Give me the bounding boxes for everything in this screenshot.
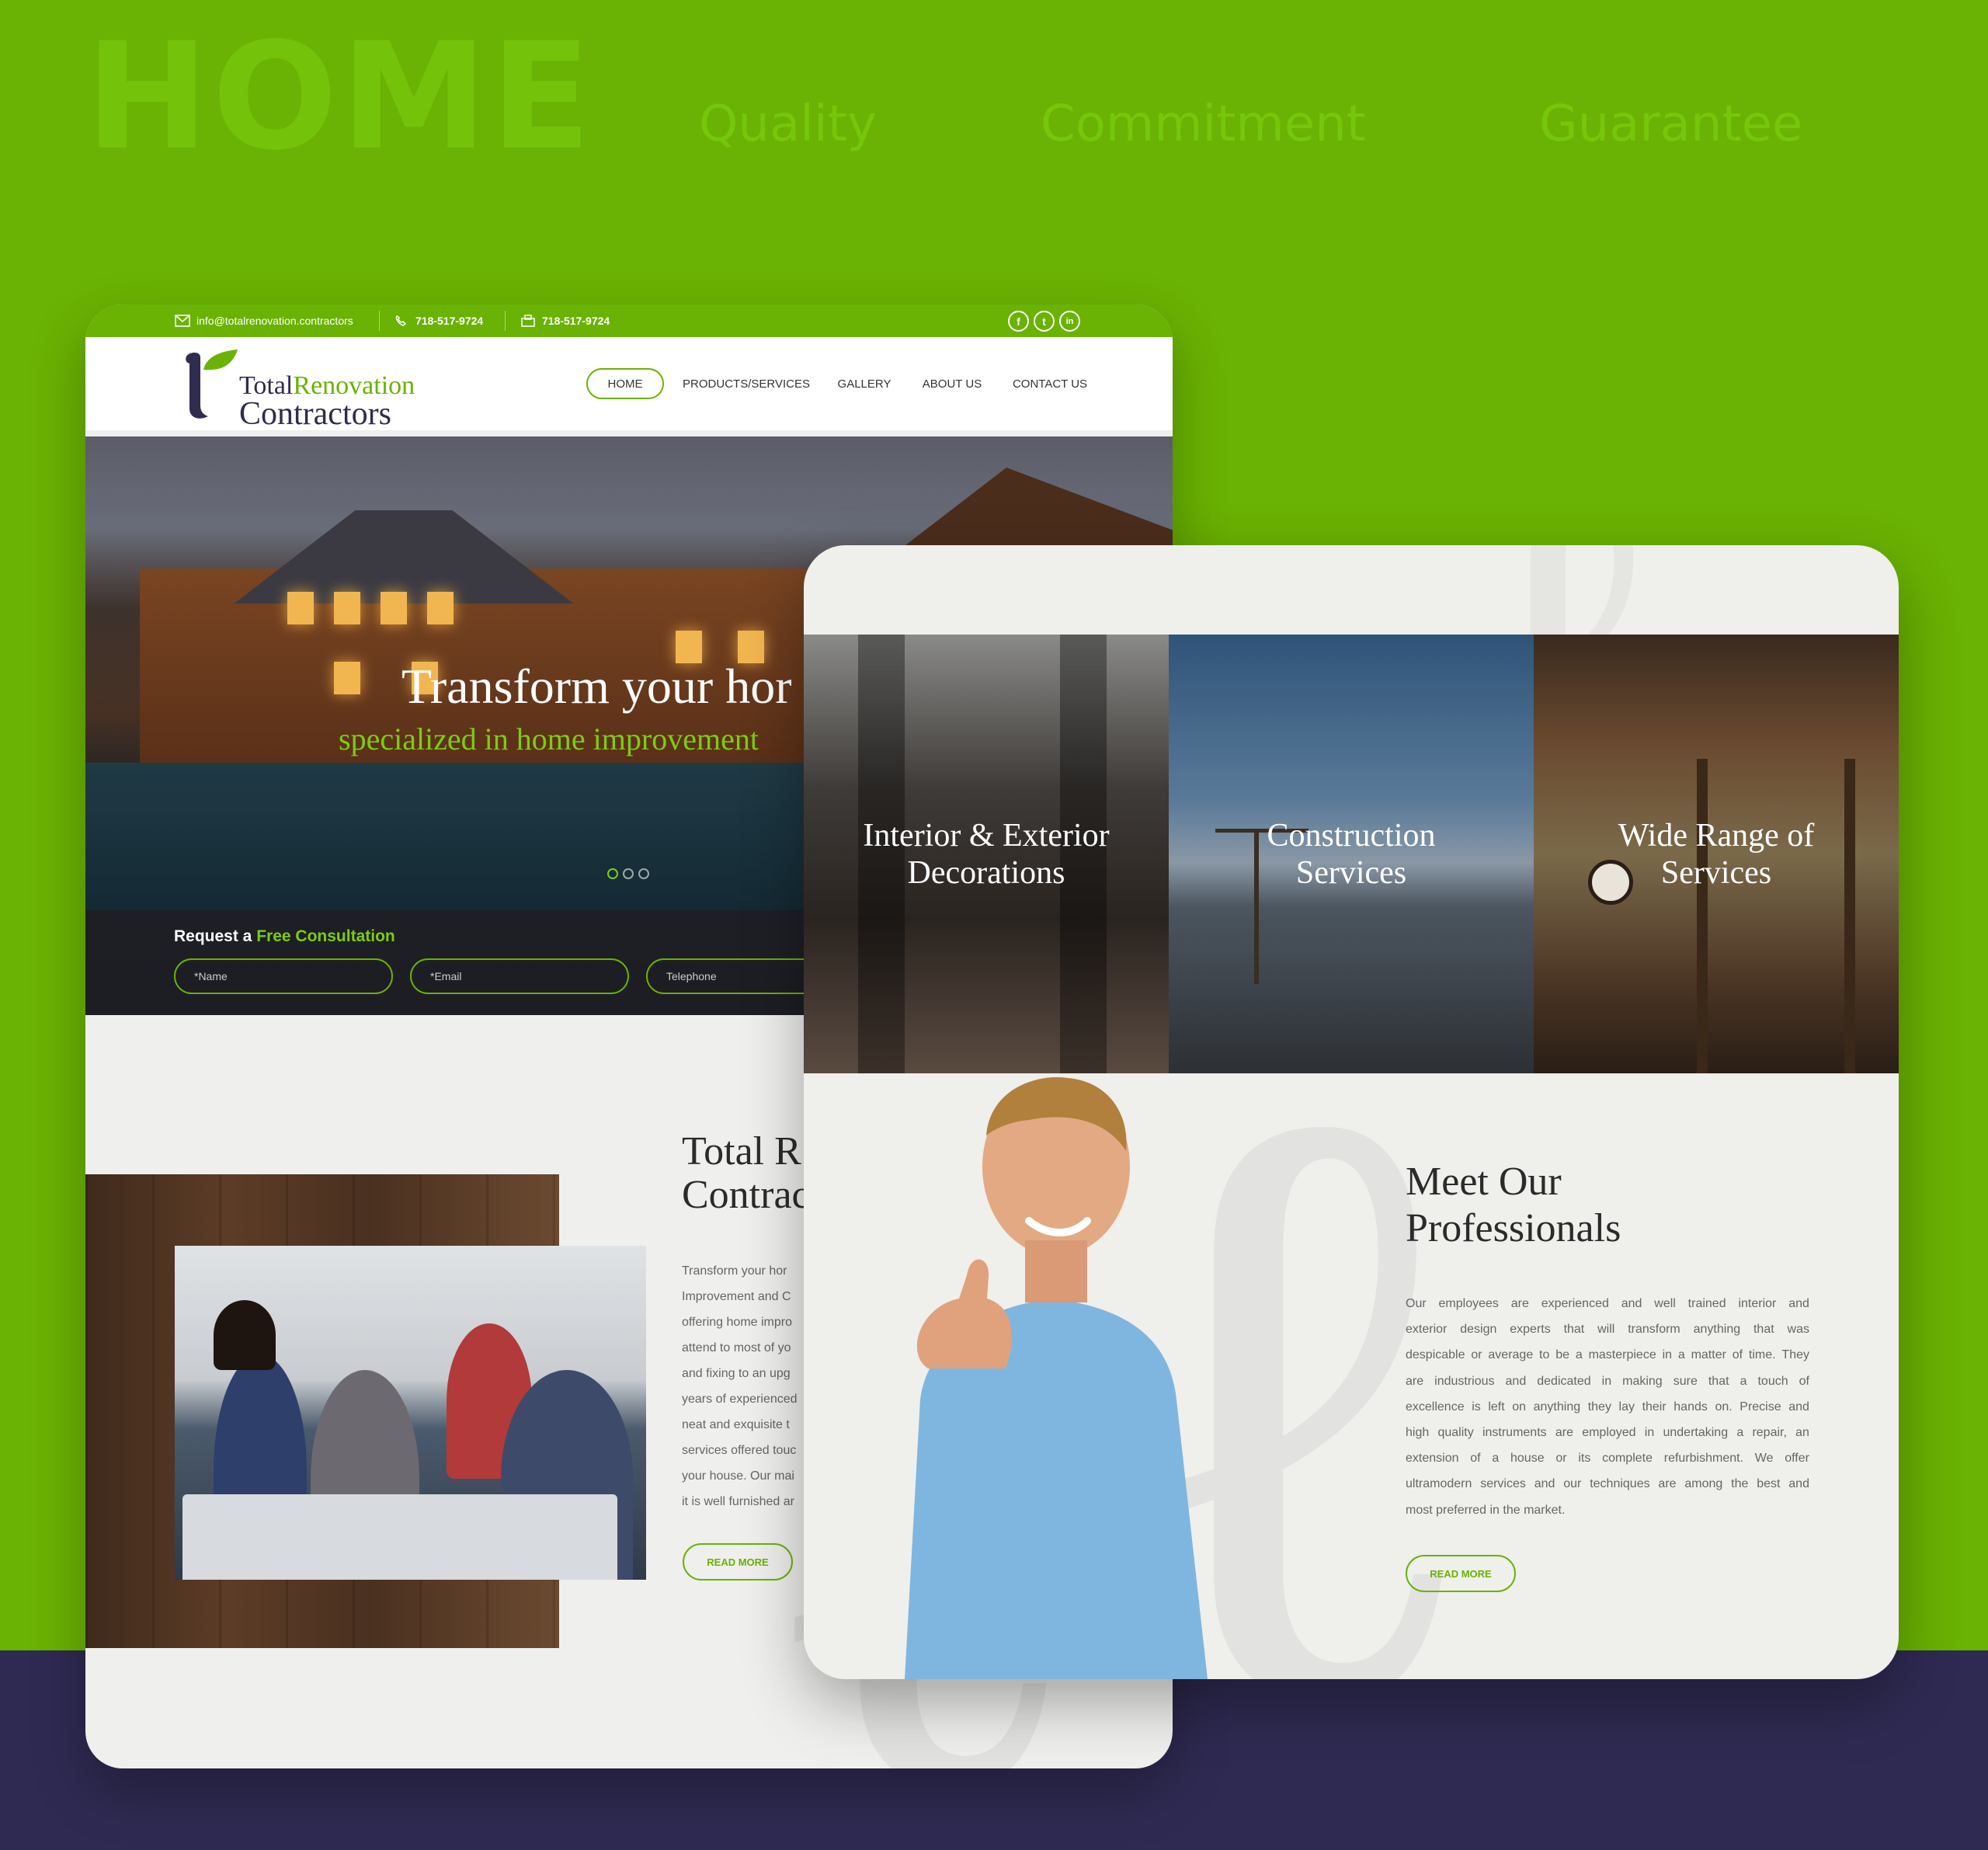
professionals-read-more-button[interactable]: READ MORE	[1406, 1555, 1516, 1592]
window-light	[334, 592, 360, 624]
nav-products-services[interactable]: PRODUCTS/SERVICES	[677, 368, 815, 399]
nav-gallery[interactable]: GALLERY	[829, 368, 899, 399]
house-roof-image	[234, 510, 574, 603]
linkedin-icon[interactable]: in	[1059, 311, 1080, 332]
nav-about-us[interactable]: ABOUT US	[913, 368, 991, 399]
facebook-icon[interactable]: f	[1008, 311, 1029, 332]
email-contact[interactable]: info@totalrenovation.contractors	[175, 304, 353, 337]
body-line: exterior design experts that will transform an…	[1406, 1323, 1809, 1337]
body-line: ultramodern services and our techniques are am…	[1406, 1477, 1809, 1491]
hero-title: Transform your hor	[401, 659, 792, 714]
backdrop-tagline-commitment: Commitment	[1041, 96, 1366, 153]
professionals-body: Our employees are experienced and well trained…	[1406, 1291, 1809, 1523]
divider	[379, 311, 380, 331]
backdrop-tagline-guarantee: Guarantee	[1539, 96, 1803, 153]
service-interior-exterior[interactable]: Interior & Exterior Decorations	[804, 635, 1169, 1073]
body-line: Our employees are experienced and well trained…	[1406, 1297, 1809, 1310]
logo-leaf-icon[interactable]	[177, 346, 239, 424]
window-light	[287, 592, 314, 624]
logo-word-contractors[interactable]: Contractors	[239, 398, 391, 430]
slider-dot-1[interactable]	[607, 868, 618, 879]
logo-text-line1[interactable]: TotalRenovation	[239, 373, 415, 399]
consultation-heading: Request a Free Consultation	[174, 927, 395, 946]
body-line: are industrious and dedicated in making sure th…	[1406, 1374, 1809, 1388]
porch-post	[1697, 759, 1708, 1073]
window-light	[381, 592, 407, 624]
twitter-icon[interactable]: t	[1034, 311, 1055, 332]
body-line: high quality instruments are employed in under…	[1406, 1426, 1809, 1440]
backdrop-heading: HOME	[85, 11, 595, 183]
service-label: Construction Services	[1267, 818, 1436, 891]
professional-thumbs-up-photo	[905, 1076, 1208, 1679]
body-line: despicable or average to be a masterpiece in a ma…	[1406, 1348, 1809, 1362]
fax-contact[interactable]: 718-517-9724	[520, 304, 610, 337]
nav-home[interactable]: HOME	[586, 368, 664, 399]
about-read-more-button[interactable]: READ MORE	[683, 1543, 793, 1580]
team-meeting-photo	[175, 1246, 646, 1580]
name-field[interactable]: *Name	[174, 958, 393, 994]
hero-subtitle: specialized in home improvement	[339, 722, 759, 756]
envelope-icon	[175, 315, 190, 327]
service-label: Wide Range of Services	[1618, 818, 1815, 891]
slider-dot-3[interactable]	[638, 868, 649, 879]
phone-text: 718-517-9724	[415, 315, 484, 327]
consultation-highlight: Free Consultation	[256, 927, 395, 945]
fax-icon	[521, 315, 535, 327]
body-line: extension of a house or its complete refurbishm…	[1406, 1452, 1809, 1466]
porch-post	[1844, 759, 1855, 1073]
window-light	[427, 592, 454, 624]
service-construction[interactable]: Construction Services	[1169, 635, 1534, 1073]
email-field[interactable]: *Email	[410, 958, 629, 994]
body-line: most preferred in the market.	[1406, 1503, 1566, 1517]
service-wide-range[interactable]: Wide Range of Services	[1534, 635, 1899, 1073]
about-title: Total R Contrac	[682, 1129, 810, 1217]
nav-contact-us[interactable]: CONTACT US	[1005, 368, 1095, 399]
services-page-mockup: ℓ ℓ Interior & Exterior Decorations Cons…	[804, 545, 1899, 1679]
professionals-title: Meet Our Professionals	[1406, 1160, 1621, 1250]
person-figure	[214, 1300, 276, 1370]
fax-text: 718-517-9724	[542, 315, 610, 327]
phone-icon	[395, 315, 407, 326]
email-text: info@totalrenovation.contractors	[196, 315, 353, 327]
top-contact-bar: info@totalrenovation.contractors 718-517…	[85, 304, 1173, 337]
site-header: TotalRenovation Contractors HOME PRODUCT…	[85, 337, 1173, 430]
window-light	[334, 662, 360, 694]
body-line: excellence is left on anything they lay their ha…	[1406, 1400, 1809, 1414]
service-label: Interior & Exterior Decorations	[863, 818, 1110, 891]
divider	[505, 311, 506, 331]
consultation-prefix: Request a	[174, 927, 252, 945]
backdrop-tagline-quality: Quality	[699, 96, 877, 153]
sofa	[182, 1494, 617, 1580]
phone-contact[interactable]: 718-517-9724	[394, 304, 483, 337]
slider-dot-2[interactable]	[623, 868, 634, 879]
